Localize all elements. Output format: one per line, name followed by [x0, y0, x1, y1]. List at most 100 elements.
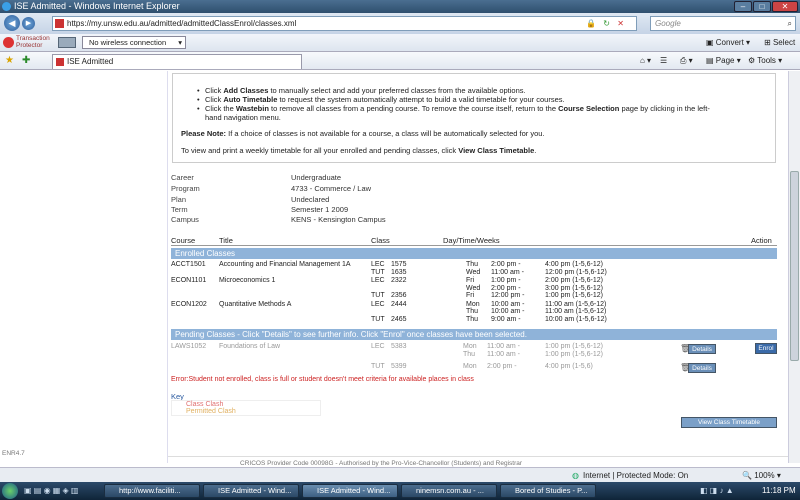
start-button[interactable]: [2, 483, 18, 499]
back-button[interactable]: ◀: [4, 15, 20, 31]
print-icon[interactable]: ⎙ ▾: [680, 56, 693, 66]
window-titlebar: ISE Admitted - Windows Internet Explorer…: [0, 0, 800, 13]
details-button-2[interactable]: Details: [688, 363, 716, 373]
add-favorites-icon[interactable]: ✚: [22, 55, 30, 66]
view-class-timetable-button[interactable]: View Class Timetable: [681, 417, 777, 428]
course-code: ECON1101: [171, 277, 207, 284]
class-number: 2322: [391, 277, 407, 284]
class-end: 1:00 pm (1-5,6-12): [545, 351, 603, 358]
class-day: Wed: [466, 268, 481, 276]
transaction-protector-icon[interactable]: [3, 37, 14, 48]
class-number: 2444: [391, 300, 407, 308]
forward-button[interactable]: ▶: [22, 17, 35, 30]
class-type: TUT: [371, 292, 385, 299]
refresh-icon[interactable]: ↻: [603, 17, 610, 30]
instruction-auto-timetable: Click Auto Timetable to request the syst…: [197, 95, 565, 104]
task-ninemsn[interactable]: ninemsn.com.au - ...: [401, 484, 497, 498]
class-end: 1:00 pm (1-5,6-12): [545, 343, 603, 350]
search-input[interactable]: Google ⌕: [650, 16, 796, 31]
class-type: TUT: [371, 268, 385, 276]
course-title: Accounting and Financial Management 1A: [219, 261, 351, 268]
class-type: LEC: [371, 300, 385, 308]
task-bored-of-studies[interactable]: Bored of Studies - P...: [500, 484, 596, 498]
class-number: 2356: [391, 292, 407, 299]
course-title: Microeconomics 1: [219, 277, 276, 284]
vertical-scrollbar[interactable]: [788, 71, 800, 463]
security-zone[interactable]: Internet | Protected Mode: On: [583, 471, 688, 480]
program-label: Program: [171, 184, 200, 193]
class-end: 11:00 am (1-5,6-12): [545, 300, 607, 308]
class-start: 12:00 pm -: [491, 292, 525, 299]
command-toolbar: Transaction Protector No wireless connect…: [0, 34, 800, 52]
tray-icons[interactable]: ◧ ◨ ♪ ▲: [700, 486, 734, 495]
course-code: ECON1202: [171, 300, 207, 308]
url-input[interactable]: https://my.unsw.edu.au/admitted/admitted…: [52, 16, 637, 31]
class-number: 1635: [391, 268, 407, 276]
class-day: Thu: [466, 315, 479, 323]
taskbar: ▣ ▤ ◉ ▦ ◈ ▥ http://www.faciliti... ISE A…: [0, 482, 800, 500]
tools-menu-button[interactable]: ⚙ Tools ▾: [748, 56, 782, 65]
chevron-down-icon: ▾: [178, 38, 182, 47]
task-facilities[interactable]: http://www.faciliti...: [104, 484, 200, 498]
class-type: LEC: [371, 277, 385, 284]
select-button[interactable]: ⊞ Select: [764, 38, 795, 47]
course-code: LAWS1052: [171, 343, 207, 350]
class-end: 1:00 pm (1-5,6-12): [545, 292, 603, 299]
term-label: Term: [171, 205, 188, 214]
class-start: 9:00 am -: [491, 315, 521, 323]
course-title: Foundations of Law: [219, 343, 281, 350]
page-code: ENR4.7: [2, 450, 25, 457]
left-navigation: [0, 71, 168, 463]
close-button[interactable]: ✕: [772, 1, 798, 12]
class-day: Mon: [466, 300, 480, 308]
quicklaunch-icons[interactable]: ▣ ▤ ◉ ▦ ◈ ▥: [24, 486, 78, 495]
favorites-star-icon[interactable]: ★: [5, 55, 14, 66]
campus-label: Campus: [171, 215, 199, 224]
class-end: 3:00 pm (1-5,6-12): [545, 284, 603, 292]
window-title: ISE Admitted - Windows Internet Explorer: [14, 1, 180, 11]
plan-label: Plan: [171, 195, 187, 204]
maximize-button[interactable]: □: [753, 1, 771, 12]
page-menu-button[interactable]: ▤ Page ▾: [706, 56, 741, 65]
class-end: 2:00 pm (1-5,6-12): [545, 277, 603, 284]
search-placeholder: Google: [655, 19, 681, 28]
class-number: 5399: [391, 363, 407, 370]
stop-icon[interactable]: ✕: [617, 17, 624, 30]
wastebin-icon[interactable]: 🗑: [680, 344, 690, 353]
key-class-clash: Class Clash: [186, 401, 224, 408]
program-value: 4733 - Commerce / Law: [291, 184, 372, 193]
scrollbar-thumb[interactable]: [790, 171, 799, 361]
class-end: 12:00 pm (1-5,6-12): [545, 268, 607, 276]
class-end: 4:00 pm (1-5,6-12): [545, 261, 603, 268]
key-permitted-clash: Permitted Clash: [186, 408, 236, 415]
class-number: 1575: [391, 261, 407, 268]
class-day: Thu: [463, 351, 476, 358]
task-ise-admitted-1[interactable]: ISE Admitted - Wind...: [203, 484, 299, 498]
class-start: 11:00 am -: [487, 343, 520, 350]
class-day: Fri: [466, 292, 475, 299]
ie-logo-icon: [2, 2, 11, 11]
search-icon[interactable]: ⌕: [788, 17, 792, 30]
tab-ise-admitted[interactable]: ISE Admitted: [52, 54, 302, 69]
enrol-button[interactable]: Enrol: [755, 343, 777, 354]
clock: 11:18 PM: [762, 486, 796, 495]
wireless-icon[interactable]: [58, 37, 76, 48]
pending-classes-bar: Pending Classes - Click "Details" to see…: [171, 329, 777, 340]
instruction-wastebin-cont: hand navigation menu.: [205, 113, 281, 122]
lock-icon[interactable]: 🔒: [586, 17, 596, 30]
class-day: Thu: [466, 261, 479, 268]
details-button-1[interactable]: Details: [688, 344, 716, 354]
class-type: TUT: [371, 315, 385, 323]
footer-divider: [168, 456, 788, 457]
header-course: Course: [171, 236, 196, 245]
wireless-dropdown[interactable]: No wireless connection ▾: [82, 36, 186, 49]
feeds-icon[interactable]: ☰: [660, 56, 667, 65]
convert-button[interactable]: ▣ Convert ▾: [706, 38, 750, 47]
course-title: Quantitative Methods A: [219, 300, 292, 308]
task-ise-admitted-2[interactable]: ISE Admitted - Wind...: [302, 484, 398, 498]
zoom-control[interactable]: 🔍 100% ▾: [742, 471, 781, 480]
wastebin-icon[interactable]: 🗑: [680, 363, 690, 372]
home-icon[interactable]: ⌂ ▾: [640, 56, 651, 65]
minimize-button[interactable]: –: [734, 1, 752, 12]
career-label: Career: [171, 173, 194, 182]
